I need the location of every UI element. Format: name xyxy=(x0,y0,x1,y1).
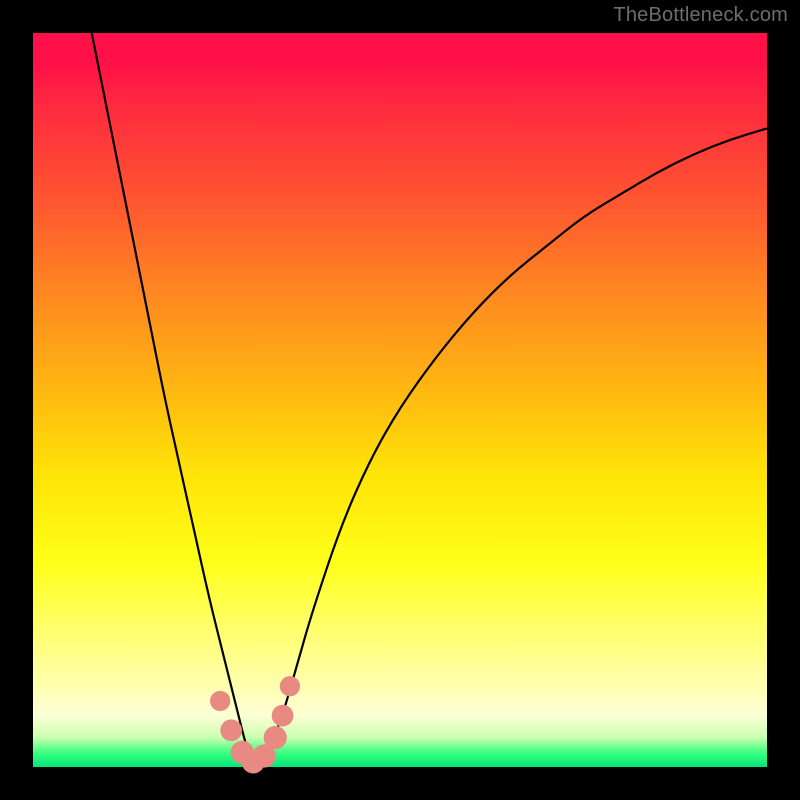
watermark-text: TheBottleneck.com xyxy=(613,4,788,27)
marker-dot xyxy=(210,691,230,711)
bottom-dots xyxy=(210,676,300,773)
marker-dot xyxy=(280,676,300,696)
plot-area xyxy=(33,33,767,767)
chart-frame: TheBottleneck.com xyxy=(0,0,800,800)
curve-line xyxy=(92,33,767,763)
marker-dot xyxy=(264,726,287,749)
bottleneck-curve xyxy=(33,33,767,767)
marker-dot xyxy=(220,719,242,741)
marker-dot xyxy=(272,705,294,727)
